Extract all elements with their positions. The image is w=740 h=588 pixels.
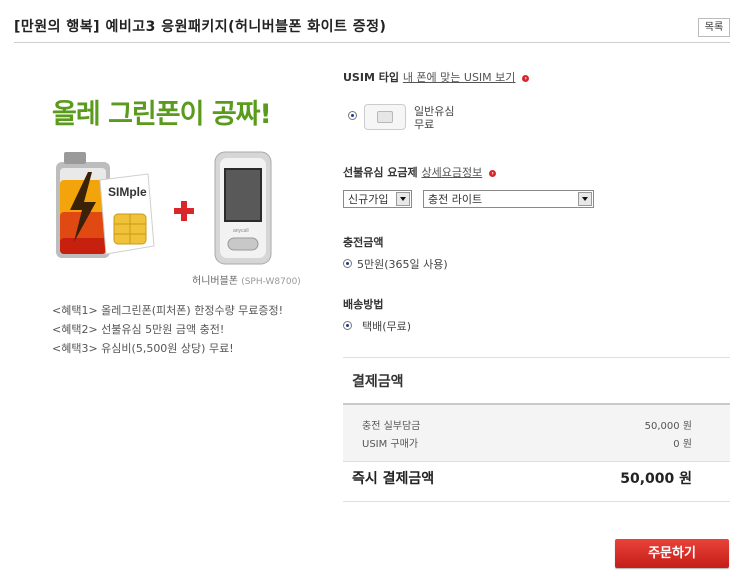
promo-headline: 올레 그린폰이 공짜! [52, 99, 272, 130]
delivery-option: 택배(무료) [362, 320, 412, 333]
chip-icon [377, 111, 393, 123]
sim-label: SIMple [108, 185, 147, 199]
usim-price-label: USIM 구매가 [362, 439, 419, 450]
total-value: 50,000 원 [620, 471, 692, 487]
usim-guide-link[interactable]: 내 폰에 맞는 USIM 보기 [403, 71, 516, 84]
plus-icon [174, 201, 194, 221]
benefit-2: <혜택2> 선불유심 5만원 금액 충전! [52, 323, 225, 336]
usim-type-section: USIM 타입 내 폰에 맞는 USIM 보기 › [343, 69, 530, 85]
order-button[interactable]: 주문하기 [615, 539, 729, 568]
total-label: 즉시 결제금액 [352, 471, 435, 487]
usim-radio[interactable] [348, 111, 357, 120]
charge-label: 충전금액 [343, 236, 384, 249]
join-type-value: 신규가입 [348, 193, 389, 206]
usim-type-label: USIM 타입 [343, 71, 399, 84]
benefit-1: <혜택1> 올레그린폰(피처폰) 한정수량 무료증정! [52, 304, 284, 317]
charge-option: 5만원(365일 사용) [357, 258, 448, 271]
usim-price-value: 0 원 [673, 439, 692, 450]
header-divider [14, 42, 730, 43]
payment-title: 결제금액 [352, 374, 404, 390]
sim-card-illustration: SIMple [99, 173, 155, 255]
page-title: [만원의 행복] 예비고3 응원패키지(허니버블폰 화이트 증정) [14, 19, 387, 35]
plan-section: 선불유심 요금제 상세요금정보 › [343, 164, 497, 180]
arrow-icon: › [522, 74, 530, 82]
payment-divider-bottom [343, 501, 730, 502]
payment-divider-top [343, 357, 730, 358]
phone-illustration: anycall [214, 151, 272, 265]
charge-cost-value: 50,000 원 [644, 421, 692, 432]
list-button[interactable]: 목록 [698, 18, 730, 37]
benefit-3: <혜택3> 유심비(5,500원 상당) 무료! [52, 342, 234, 355]
sim-card-icon [364, 104, 406, 130]
join-type-select[interactable]: 신규가입 [343, 190, 412, 208]
charge-cost-label: 충전 실부담금 [362, 421, 421, 432]
phone-caption: 허니버블폰 (SPH-W8700) [192, 272, 301, 287]
chevron-down-icon [396, 192, 410, 206]
plan-value: 충전 라이트 [428, 193, 483, 206]
phone-caption-name: 허니버블폰 [192, 276, 238, 287]
phone-caption-model: (SPH-W8700) [241, 277, 301, 287]
delivery-label: 배송방법 [343, 298, 384, 311]
payment-divider-mid [343, 461, 730, 462]
delivery-radio[interactable] [343, 321, 352, 330]
usim-option-price: 무료 [414, 118, 435, 131]
plan-detail-link[interactable]: 상세요금정보 [422, 166, 483, 179]
payment-breakdown [343, 405, 730, 461]
chevron-down-icon [578, 192, 592, 206]
arrow-icon: › [489, 169, 497, 177]
plan-select[interactable]: 충전 라이트 [423, 190, 594, 208]
plan-label: 선불유심 요금제 [343, 166, 418, 179]
charge-radio[interactable] [343, 259, 352, 268]
promo-image: SIMple anycall [56, 151, 272, 265]
phone-brand: anycall [233, 228, 249, 234]
